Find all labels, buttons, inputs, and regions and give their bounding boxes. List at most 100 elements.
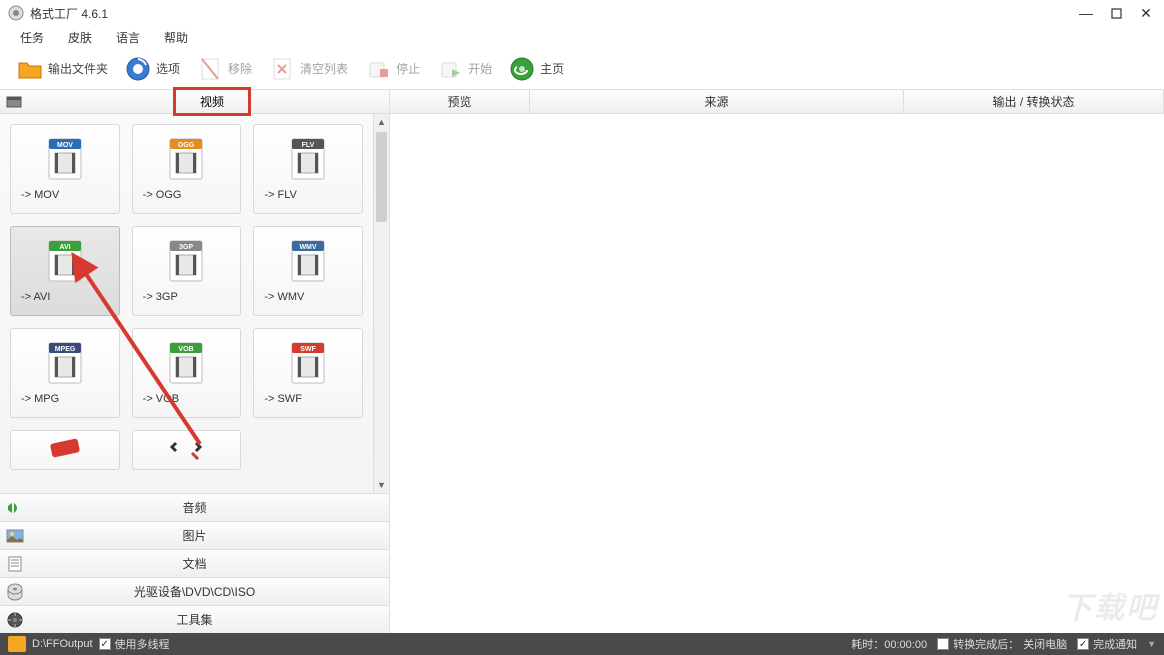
column-preview[interactable]: 预览 — [390, 90, 530, 113]
clear-icon — [268, 55, 296, 83]
svg-text:3GP: 3GP — [179, 244, 193, 251]
document-icon — [6, 555, 24, 573]
format-label: -> VOB — [143, 393, 179, 405]
format-label: -> 3GP — [143, 291, 178, 303]
stop-button[interactable]: 停止 — [358, 51, 426, 87]
format-icon-mpeg: MPEG — [43, 341, 87, 385]
format-item-ogg[interactable]: OGG -> OGG — [132, 124, 242, 214]
format-label: -> OGG — [143, 189, 182, 201]
close-button[interactable]: ✕ — [1140, 7, 1152, 19]
column-source[interactable]: 来源 — [530, 90, 904, 113]
svg-text:MOV: MOV — [57, 142, 73, 149]
video-category-icon — [6, 94, 22, 110]
format-icon-3gp: 3GP — [164, 239, 208, 283]
format-item-mpeg[interactable]: MPEG -> MPG — [10, 328, 120, 418]
category-document[interactable]: 文档 — [0, 549, 389, 577]
format-label: -> FLV — [264, 189, 297, 201]
formats-grid: MOV -> MOV OGG -> OGG FLV — [0, 114, 373, 493]
format-item-partial[interactable] — [132, 430, 242, 470]
svg-text:WMV: WMV — [300, 244, 317, 251]
stop-label: 停止 — [396, 60, 420, 77]
format-icon-avi: AVI — [43, 239, 87, 283]
start-icon — [436, 55, 464, 83]
output-folder-icon[interactable] — [8, 636, 26, 652]
svg-text:AVI: AVI — [59, 244, 70, 251]
format-label: -> MOV — [21, 189, 59, 201]
maximize-button[interactable] — [1110, 7, 1122, 19]
table-header: 预览 来源 输出 / 转换状态 — [390, 90, 1164, 114]
table-body[interactable] — [390, 114, 1164, 633]
home-button[interactable]: 主页 — [502, 51, 570, 87]
category-tools[interactable]: 工具集 — [0, 605, 389, 633]
elapsed-value: 00:00:00 — [884, 639, 927, 651]
home-label: 主页 — [540, 60, 564, 77]
format-item-mov[interactable]: MOV -> MOV — [10, 124, 120, 214]
folder-icon — [16, 55, 44, 83]
after-convert-label: 转换完成后： — [953, 636, 1019, 652]
scroll-thumb[interactable] — [376, 132, 387, 222]
format-item-flv[interactable]: FLV -> FLV — [253, 124, 363, 214]
format-icon-vob: VOB — [164, 341, 208, 385]
options-button[interactable]: 选项 — [118, 51, 186, 87]
menu-help[interactable]: 帮助 — [154, 27, 198, 48]
after-convert-checkbox[interactable] — [937, 638, 949, 650]
column-output-status[interactable]: 输出 / 转换状态 — [904, 90, 1164, 113]
video-category-label-highlighted: 视频 — [173, 87, 251, 116]
format-icon-swf: SWF — [286, 341, 330, 385]
scroll-up-arrow-icon[interactable]: ▲ — [374, 114, 389, 130]
output-path[interactable]: D:\FFOutput — [32, 638, 93, 650]
format-item-swf[interactable]: SWF -> SWF — [253, 328, 363, 418]
svg-text:FLV: FLV — [302, 142, 315, 149]
output-folder-button[interactable]: 输出文件夹 — [10, 51, 114, 87]
format-item-partial[interactable] — [10, 430, 120, 470]
svg-text:MPEG: MPEG — [55, 346, 76, 353]
category-audio-label: 音频 — [182, 499, 206, 516]
clear-label: 清空列表 — [300, 60, 348, 77]
menu-skin[interactable]: 皮肤 — [58, 27, 102, 48]
format-label: -> SWF — [264, 393, 302, 405]
format-label: -> AVI — [21, 291, 50, 303]
format-item-avi[interactable]: AVI -> AVI — [10, 226, 120, 316]
category-picture-label: 图片 — [182, 527, 206, 544]
clear-list-button[interactable]: 清空列表 — [262, 51, 354, 87]
multithread-checkbox[interactable]: ✓ — [99, 638, 111, 650]
menu-language[interactable]: 语言 — [106, 27, 150, 48]
category-document-label: 文档 — [182, 555, 206, 572]
svg-text:SWF: SWF — [300, 346, 316, 353]
remove-button[interactable]: 移除 — [190, 51, 258, 87]
format-item-vob[interactable]: VOB -> VOB — [132, 328, 242, 418]
format-label: -> MPG — [21, 393, 59, 405]
category-header-video[interactable]: 视频 — [0, 90, 389, 114]
minimize-button[interactable]: — — [1080, 7, 1092, 19]
category-audio[interactable]: 音频 — [0, 493, 389, 521]
right-panel: 预览 来源 输出 / 转换状态 — [390, 90, 1164, 633]
format-icon-ogg: OGG — [164, 137, 208, 181]
scroll-down-arrow-icon[interactable]: ▼ — [374, 477, 389, 493]
scrollbar-vertical[interactable]: ▲ ▼ — [373, 114, 389, 493]
format-icon-flv: FLV — [286, 137, 330, 181]
start-button[interactable]: 开始 — [430, 51, 498, 87]
format-item-3gp[interactable]: 3GP -> 3GP — [132, 226, 242, 316]
audio-icon — [6, 499, 24, 517]
home-icon — [508, 55, 536, 83]
menu-tasks[interactable]: 任务 — [10, 27, 54, 48]
multithread-label: 使用多线程 — [115, 636, 170, 652]
format-item-wmv[interactable]: WMV -> WMV — [253, 226, 363, 316]
dropdown-icon[interactable]: ▼ — [1147, 639, 1156, 649]
statusbar: D:\FFOutput ✓ 使用多线程 耗时：00:00:00 转换完成后： 关… — [0, 633, 1164, 655]
format-icon-wmv: WMV — [286, 239, 330, 283]
format-label: -> WMV — [264, 291, 304, 303]
category-picture[interactable]: 图片 — [0, 521, 389, 549]
left-panel: 视频 MOV -> MOV OGG — [0, 90, 390, 633]
category-tools-label: 工具集 — [176, 611, 212, 628]
svg-text:VOB: VOB — [179, 346, 194, 353]
notify-label: 完成通知 — [1093, 636, 1137, 652]
stop-icon — [364, 55, 392, 83]
category-disc[interactable]: 光驱设备\DVD\CD\ISO — [0, 577, 389, 605]
tools-icon — [6, 611, 24, 629]
notify-option[interactable]: ✓ 完成通知 — [1077, 636, 1137, 652]
window-title: 格式工厂 4.6.1 — [30, 5, 1080, 22]
after-convert-option[interactable]: 转换完成后： 关闭电脑 — [937, 636, 1067, 652]
notify-checkbox[interactable]: ✓ — [1077, 638, 1089, 650]
multithread-option[interactable]: ✓ 使用多线程 — [99, 636, 170, 652]
